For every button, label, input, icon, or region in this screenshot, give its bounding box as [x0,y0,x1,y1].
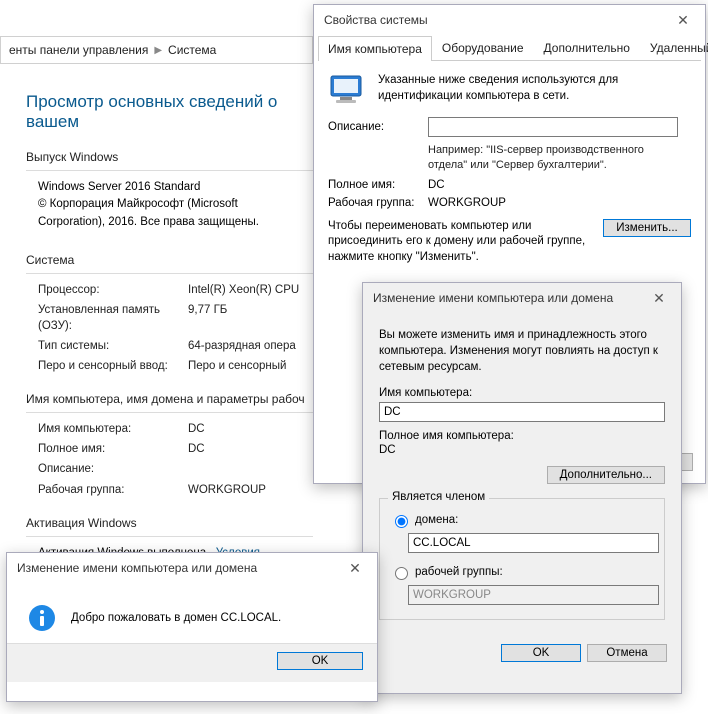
windows-edition-value: Windows Server 2016 Standard [38,179,313,196]
welcome-domain-messagebox: Изменение имени компьютера или домена ✕ … [6,552,378,702]
workgroup-radio[interactable] [395,567,408,580]
computer-name-label: Имя компьютера: [379,387,665,399]
info-icon [27,603,57,633]
tab-hardware[interactable]: Оборудование [432,35,534,60]
systype-value: 64-разрядная опера [188,338,296,354]
tab-strip: Имя компьютера Оборудование Дополнительн… [318,35,701,61]
workgroup-radio-label: рабочей группы: [415,566,503,578]
workgroup-input [408,585,659,605]
compname-label: Имя компьютера: [38,421,188,437]
dialog-titlebar[interactable]: Изменение имени компьютера или домена ✕ [363,283,681,313]
domain-radio-label: домена: [415,514,458,526]
compname-value: DC [188,421,205,437]
computer-icon [328,73,368,107]
close-icon[interactable]: ✕ [669,9,697,31]
cancel-button[interactable]: Отмена [587,644,667,662]
pen-label: Перо и сенсорный ввод: [38,358,188,374]
pen-value: Перо и сенсорный [188,358,286,374]
change-hint-text: Чтобы переименовать компьютер или присое… [328,219,595,266]
workgroup-label: Рабочая группа: [328,197,428,209]
computer-name-input[interactable] [379,402,665,422]
messagebox-text: Добро пожаловать в домен CC.LOCAL. [71,612,281,624]
description-input[interactable] [428,117,678,137]
ok-button[interactable]: OK [277,652,363,670]
breadcrumb-item[interactable]: енты панели управления [9,43,148,57]
ram-label: Установленная память (ОЗУ): [38,302,188,334]
system-info-panel: Просмотр основных сведений о вашем Выпус… [0,66,313,579]
close-icon[interactable]: ✕ [341,557,369,579]
fullname-value: DC [188,441,205,457]
change-button[interactable]: Изменить... [603,219,691,237]
ram-value: 9,77 ГБ [188,302,227,334]
workgroup-label: Рабочая группа: [38,482,188,498]
section-windows-edition: Выпуск Windows [26,150,313,164]
full-computer-name-value: DC [379,444,665,456]
breadcrumb[interactable]: енты панели управления ▶ Система [0,36,313,64]
member-of-group-title: Является членом [388,491,489,503]
desc-label: Описание: [38,461,188,477]
dialog-title-text: Изменение имени компьютера или домена [373,291,613,305]
domain-radio[interactable] [395,515,408,528]
tab-advanced[interactable]: Дополнительно [534,35,640,60]
page-title: Просмотр основных сведений о вашем [26,92,313,132]
advanced-button[interactable]: Дополнительно... [547,466,665,484]
description-label: Описание: [328,121,428,133]
dialog-titlebar[interactable]: Изменение имени компьютера или домена ✕ [7,553,377,583]
cpu-value: Intel(R) Xeon(R) CPU [188,282,299,298]
dialog-title-text: Свойства системы [324,13,428,27]
full-computer-name-label: Полное имя компьютера: [379,430,665,442]
tab-remote[interactable]: Удаленный доступ [640,35,708,60]
domain-input[interactable] [408,533,659,553]
full-name-value: DC [428,179,445,191]
workgroup-value: WORKGROUP [428,197,506,209]
identification-info-text: Указанные ниже сведения используются для… [378,73,691,104]
chevron-right-icon: ▶ [154,45,162,56]
cpu-label: Процессор: [38,282,188,298]
description-hint: Например: "IIS-сервер производственного … [428,143,678,173]
systype-label: Тип системы: [38,338,188,354]
tab-computer-name[interactable]: Имя компьютера [318,36,432,61]
close-icon[interactable]: ✕ [645,287,673,309]
full-name-label: Полное имя: [328,179,428,191]
rename-computer-dialog: Изменение имени компьютера или домена ✕ … [362,282,682,694]
dialog-title-text: Изменение имени компьютера или домена [17,561,257,575]
breadcrumb-item[interactable]: Система [168,43,216,57]
dialog-titlebar[interactable]: Свойства системы ✕ [314,5,705,35]
copyright-text: © Корпорация Майкрософт (Microsoft Corpo… [38,196,298,231]
fullname-label: Полное имя: [38,441,188,457]
section-system: Система [26,253,313,267]
ok-button[interactable]: OK [501,644,581,662]
workgroup-value: WORKGROUP [188,482,266,498]
section-computer-name: Имя компьютера, имя домена и параметры р… [26,392,313,406]
rename-intro-text: Вы можете изменить имя и принадлежность … [379,327,665,375]
section-activation: Активация Windows [26,516,313,530]
